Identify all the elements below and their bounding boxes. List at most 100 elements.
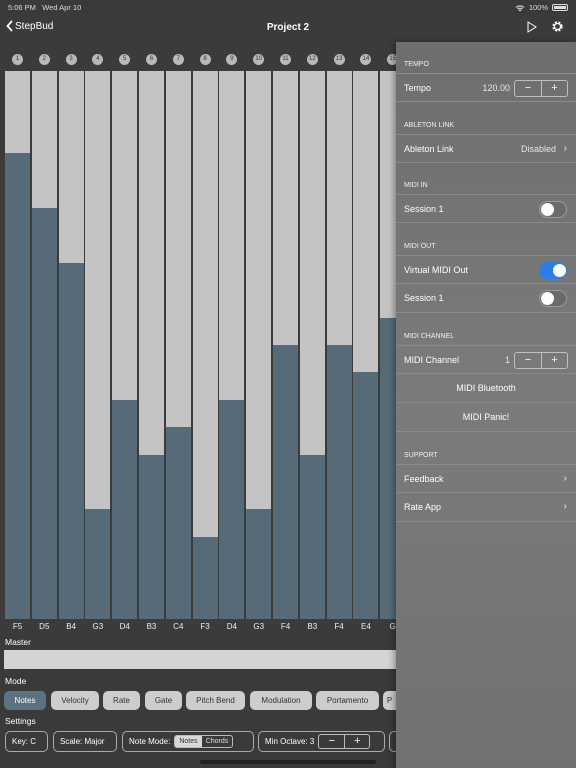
step-bar[interactable] — [5, 71, 30, 619]
step-column[interactable]: 9 D4 — [219, 42, 245, 634]
step-column[interactable]: 4 G3 — [85, 42, 111, 634]
support-header: SUPPORT — [404, 452, 438, 459]
play-icon[interactable] — [527, 21, 537, 33]
note-mode-chords[interactable]: Chords — [202, 736, 233, 747]
step-column[interactable]: 14 E4 — [353, 42, 379, 634]
step-bar[interactable] — [58, 71, 84, 619]
step-number: 12 — [306, 54, 318, 65]
midi-channel-header: MIDI CHANNEL — [404, 333, 455, 340]
midi-in-session-label: Session 1 — [404, 204, 444, 214]
step-bar[interactable] — [246, 71, 272, 619]
mode-more-button[interactable]: P — [383, 691, 396, 710]
step-bar[interactable] — [219, 71, 245, 619]
ableton-link-value: Disabled — [520, 144, 556, 154]
master-slider[interactable] — [4, 650, 396, 669]
midi-panic-label: MIDI Panic! — [462, 412, 510, 422]
step-number: 6 — [146, 54, 157, 65]
virtual-midi-out-toggle[interactable] — [539, 262, 567, 279]
step-bar[interactable] — [273, 71, 298, 619]
step-bar-fill — [219, 400, 245, 619]
step-column[interactable]: 8 F3 — [192, 42, 218, 634]
step-bar[interactable] — [31, 71, 57, 619]
ableton-link-label: Ableton Link — [404, 144, 454, 154]
mode-label: Mode — [5, 676, 27, 686]
note-mode-segment: Notes Chords — [174, 735, 234, 748]
tempo-decrement[interactable]: − — [515, 81, 541, 96]
step-column[interactable]: 6 B3 — [139, 42, 164, 634]
mode-gate-button[interactable]: Gate — [145, 691, 182, 710]
note-mode-label: Note Mode: — [129, 737, 171, 746]
step-column[interactable]: 11 F4 — [273, 42, 298, 634]
step-bar-fill — [353, 372, 379, 619]
step-column[interactable]: 5 D4 — [112, 42, 138, 634]
toggle-knob — [553, 264, 566, 277]
step-note-label: G — [389, 622, 396, 631]
page-title: Project 2 — [266, 22, 310, 33]
toggle-knob — [541, 203, 554, 216]
step-column[interactable]: 7 C4 — [165, 42, 191, 634]
rate-app-row[interactable]: Rate App › — [396, 493, 576, 522]
ableton-link-row[interactable]: Ableton Link Disabled › — [396, 134, 576, 163]
midi-channel-decrement[interactable]: − — [515, 353, 541, 368]
step-bar-fill — [58, 263, 84, 619]
chevron-right-icon: › — [563, 501, 567, 512]
midi-out-session-toggle[interactable] — [539, 290, 567, 307]
step-number: 4 — [92, 54, 104, 65]
tempo-row: Tempo 120.00 − + — [396, 73, 576, 102]
step-bar[interactable] — [326, 71, 352, 619]
step-number: 11 — [280, 54, 291, 65]
step-bar[interactable] — [353, 71, 379, 619]
tempo-increment[interactable]: + — [541, 81, 567, 96]
status-time: 5:06 PM Wed Apr 10 — [8, 3, 82, 12]
step-column[interactable]: 13 F4 — [326, 42, 352, 634]
step-bar[interactable] — [165, 71, 191, 619]
step-bar[interactable] — [139, 71, 164, 619]
step-number: 5 — [119, 54, 131, 65]
midi-panic-button[interactable]: MIDI Panic! — [396, 403, 576, 432]
midi-channel-increment[interactable]: + — [541, 353, 567, 368]
step-bar[interactable] — [299, 71, 325, 619]
step-note-label: F3 — [200, 622, 210, 631]
note-mode-notes[interactable]: Notes — [175, 736, 202, 747]
settings-more-control[interactable] — [389, 731, 396, 752]
step-bar[interactable] — [112, 71, 138, 619]
chevron-right-icon: › — [563, 473, 567, 484]
step-bar[interactable] — [85, 71, 111, 619]
min-octave-decrement[interactable]: − — [319, 735, 344, 748]
step-column[interactable]: 3 B4 — [58, 42, 84, 634]
min-octave-increment[interactable]: + — [344, 735, 369, 748]
scale-selector[interactable]: Scale: Major — [53, 731, 117, 752]
step-number: 2 — [38, 54, 50, 65]
key-selector[interactable]: Key: C — [5, 731, 48, 752]
note-mode-control: Note Mode: Notes Chords — [122, 731, 254, 752]
midi-bluetooth-button[interactable]: MIDI Bluetooth — [396, 374, 576, 403]
step-number: 3 — [65, 54, 77, 65]
step-note-label: G3 — [253, 622, 265, 631]
nav-bar: StepBud Project 2 — [0, 14, 576, 42]
battery-icon — [552, 4, 568, 11]
step-column[interactable]: 12 B3 — [299, 42, 325, 634]
tempo-label: Tempo — [404, 83, 432, 93]
mode-pitch-bend-button[interactable]: Pitch Bend — [186, 691, 245, 710]
step-bar[interactable] — [380, 71, 396, 619]
mode-notes-button[interactable]: Notes — [4, 691, 46, 710]
step-bar[interactable] — [192, 71, 218, 619]
midi-out-session-row: Session 1 — [396, 284, 576, 313]
step-note-label: F4 — [280, 622, 291, 631]
step-column[interactable]: 2 D5 — [31, 42, 57, 634]
status-right: 100% — [515, 3, 568, 12]
gear-icon[interactable] — [551, 20, 564, 33]
master-label: Master — [5, 637, 31, 647]
mode-velocity-button[interactable]: Velocity — [51, 691, 99, 710]
step-column[interactable]: 1 F5 — [5, 42, 30, 634]
mode-portamento-button[interactable]: Portamento — [316, 691, 379, 710]
feedback-row[interactable]: Feedback › — [396, 464, 576, 493]
tempo-header: TEMPO — [404, 61, 429, 68]
step-column[interactable]: 10 G3 — [246, 42, 272, 634]
step-number: 9 — [226, 54, 238, 65]
mode-rate-button[interactable]: Rate — [103, 691, 140, 710]
midi-in-session-toggle[interactable] — [539, 201, 567, 218]
step-column[interactable]: 15 G — [380, 42, 396, 634]
mode-modulation-button[interactable]: Modulation — [250, 691, 312, 710]
step-bar-fill — [5, 153, 30, 619]
